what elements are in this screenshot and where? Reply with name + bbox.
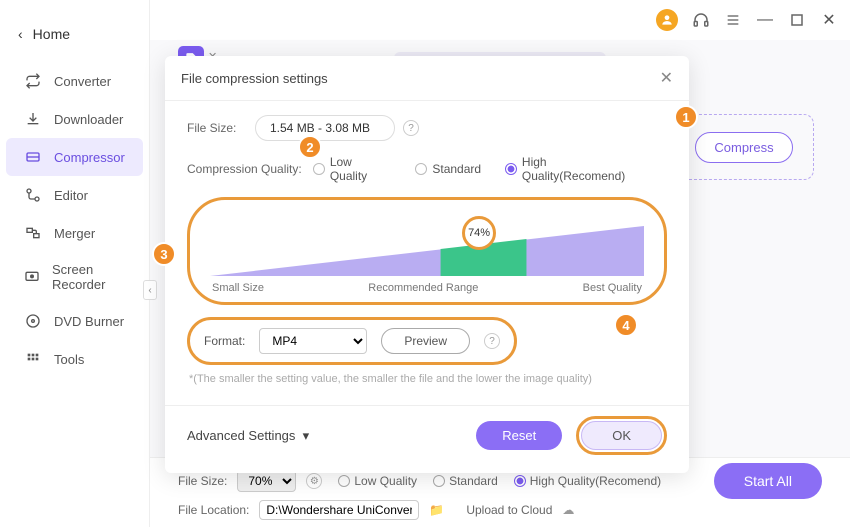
merger-icon xyxy=(24,224,42,242)
modal-title: File compression settings xyxy=(181,71,328,86)
slider-label-right: Best Quality xyxy=(583,282,642,294)
converter-icon xyxy=(24,72,42,90)
maximize-icon[interactable] xyxy=(788,11,806,29)
close-icon[interactable]: ✕ xyxy=(820,11,838,29)
bottom-filesize-label: File Size: xyxy=(178,474,227,488)
filesize-range[interactable]: 1.54 MB - 3.08 MB xyxy=(255,115,395,141)
callout-2: 2 xyxy=(298,135,322,159)
reset-button[interactable]: Reset xyxy=(476,421,562,450)
filesize-help-icon[interactable]: ? xyxy=(403,120,419,136)
download-icon xyxy=(24,110,42,128)
sidebar-item-screenrecorder[interactable]: Screen Recorder xyxy=(6,252,143,302)
bottom-radio-standard[interactable]: Standard xyxy=(433,474,498,488)
slider-value-bubble: 74% xyxy=(462,216,496,250)
sidebar-item-dvdburner[interactable]: DVD Burner xyxy=(6,302,143,340)
quality-slider[interactable]: 74% Small Size Recommended Range Best Qu… xyxy=(187,197,667,305)
sidebar-collapse[interactable]: ‹ xyxy=(143,280,157,300)
nav-home[interactable]: ‹ Home xyxy=(0,18,149,62)
preview-button[interactable]: Preview xyxy=(381,328,470,354)
cloud-icon[interactable]: ☁ xyxy=(562,503,574,517)
sidebar-item-merger[interactable]: Merger xyxy=(6,214,143,252)
quality-note: *(The smaller the setting value, the sma… xyxy=(189,373,665,385)
slider-label-mid: Recommended Range xyxy=(368,282,478,294)
back-icon: ‹ xyxy=(18,26,23,42)
quality-label: Compression Quality: xyxy=(187,162,305,176)
bottom-radio-high[interactable]: High Quality(Recomend) xyxy=(514,474,661,488)
headset-icon[interactable] xyxy=(692,11,710,29)
radio-low[interactable]: Low Quality xyxy=(313,155,391,183)
bottom-location-input[interactable] xyxy=(259,500,419,520)
radio-high[interactable]: High Quality(Recomend) xyxy=(505,155,651,183)
sidebar-item-compressor[interactable]: Compressor xyxy=(6,138,143,176)
editor-icon xyxy=(24,186,42,204)
compress-button[interactable]: Compress xyxy=(695,132,792,163)
sidebar-item-editor[interactable]: Editor xyxy=(6,176,143,214)
bottom-filesize-select[interactable]: 70% xyxy=(237,470,296,492)
ok-button[interactable]: OK xyxy=(581,421,662,450)
avatar[interactable] xyxy=(656,9,678,31)
callout-1: 1 xyxy=(674,105,698,129)
modal-close-icon[interactable]: ✕ xyxy=(660,68,673,88)
format-select[interactable]: MP4 xyxy=(259,328,367,354)
radio-standard[interactable]: Standard xyxy=(415,162,481,176)
folder-icon[interactable]: 📁 xyxy=(429,503,444,517)
recorder-icon xyxy=(24,268,40,286)
minimize-icon[interactable]: — xyxy=(756,11,774,29)
sidebar-item-converter[interactable]: Converter xyxy=(6,62,143,100)
start-all-button[interactable]: Start All xyxy=(714,463,822,499)
home-label: Home xyxy=(33,26,70,42)
sidebar: ‹ Home Converter Downloader Compressor E… xyxy=(0,0,150,527)
menu-icon[interactable] xyxy=(724,11,742,29)
bottom-location-label: File Location: xyxy=(178,503,249,517)
filesize-label: File Size: xyxy=(187,121,247,135)
compressor-icon xyxy=(24,148,42,166)
format-row: Format: MP4 Preview ? xyxy=(187,317,517,365)
compression-settings-modal: File compression settings ✕ File Size: 1… xyxy=(165,56,689,473)
preview-help-icon[interactable]: ? xyxy=(484,333,500,349)
advanced-settings-toggle[interactable]: Advanced Settings ▾ xyxy=(187,428,309,444)
dvd-icon xyxy=(24,312,42,330)
sidebar-item-downloader[interactable]: Downloader xyxy=(6,100,143,138)
tools-icon xyxy=(24,350,42,368)
bottom-radio-low[interactable]: Low Quality xyxy=(338,474,417,488)
format-label: Format: xyxy=(204,334,245,348)
callout-4: 4 xyxy=(614,313,638,337)
sidebar-item-tools[interactable]: Tools xyxy=(6,340,143,378)
slider-label-left: Small Size xyxy=(212,282,264,294)
callout-3: 3 xyxy=(152,242,176,266)
upload-cloud-label: Upload to Cloud xyxy=(466,503,552,517)
bottom-settings-icon[interactable]: ⚙ xyxy=(306,473,322,489)
